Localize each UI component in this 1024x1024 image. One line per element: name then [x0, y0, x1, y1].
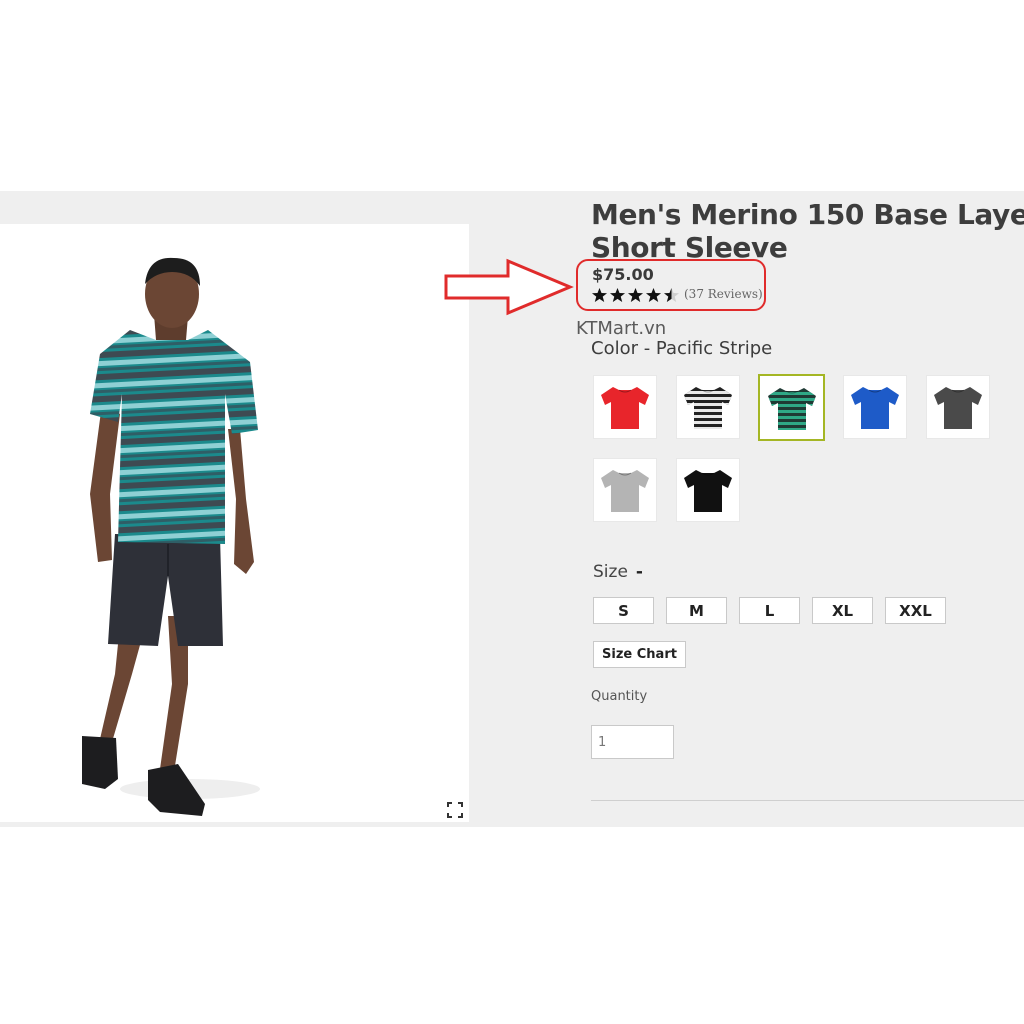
- product-title: Men's Merino 150 Base Layer Short Sleeve: [591, 198, 1024, 264]
- size-option-xxl[interactable]: XXL: [885, 597, 946, 624]
- color-swatch-black-stripe[interactable]: [676, 375, 740, 439]
- size-chart-button[interactable]: Size Chart: [593, 641, 686, 668]
- tshirt-icon: [684, 387, 732, 429]
- size-option-m[interactable]: M: [666, 597, 727, 624]
- size-label-text: Size: [593, 562, 628, 582]
- size-label: Size -: [593, 562, 643, 582]
- tshirt-icon: [934, 387, 982, 429]
- product-image-panel: [0, 224, 469, 822]
- size-option-s[interactable]: S: [593, 597, 654, 624]
- color-swatch-pacific-stripe[interactable]: [758, 374, 825, 441]
- tshirt-icon: [851, 387, 899, 429]
- color-swatch-black[interactable]: [676, 458, 740, 522]
- divider: [591, 800, 1024, 801]
- quantity-label: Quantity: [591, 689, 648, 704]
- quantity-input[interactable]: [591, 725, 674, 759]
- color-swatch-charcoal[interactable]: [926, 375, 990, 439]
- expand-fullscreen-icon[interactable]: [446, 801, 464, 819]
- watermark: KTMart.vn: [576, 318, 667, 339]
- size-selected-value: -: [635, 562, 643, 582]
- tshirt-icon: [601, 470, 649, 512]
- annotation-arrow-icon: [444, 258, 574, 316]
- product-model-photo: [82, 257, 260, 816]
- tshirt-icon: [684, 470, 732, 512]
- color-label: Color - Pacific Stripe: [591, 338, 773, 359]
- tshirt-icon: [601, 387, 649, 429]
- color-swatch-blue[interactable]: [843, 375, 907, 439]
- size-option-xl[interactable]: XL: [812, 597, 873, 624]
- product-title-line-1: Men's Merino 150 Base Layer: [591, 198, 1024, 231]
- size-option-l[interactable]: L: [739, 597, 800, 624]
- color-swatch-red[interactable]: [593, 375, 657, 439]
- color-swatch-light-gray[interactable]: [593, 458, 657, 522]
- tshirt-icon: [767, 387, 816, 430]
- annotation-highlight-box: [576, 259, 766, 311]
